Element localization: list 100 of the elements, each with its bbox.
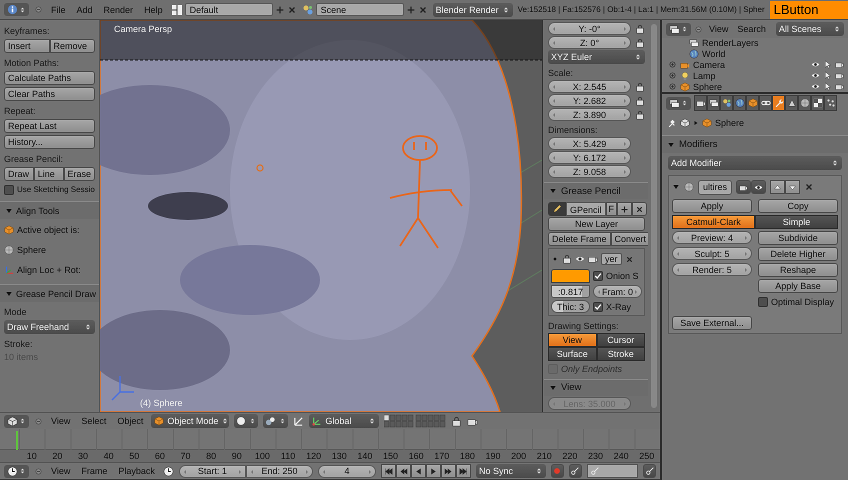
properties-tab[interactable]: [733, 95, 746, 111]
rotation-mode-dropdown[interactable]: XYZ Euler: [548, 50, 645, 64]
eye-icon[interactable]: [811, 60, 820, 70]
number-field[interactable]: Z: 9.058: [548, 165, 631, 178]
apply-button[interactable]: Apply: [672, 199, 752, 213]
tool-button[interactable]: Draw: [4, 167, 34, 181]
tool-button[interactable]: Erase: [64, 167, 96, 181]
subdivision-type-button[interactable]: Catmull-Clark: [672, 215, 755, 229]
menu-item[interactable]: Render: [100, 4, 136, 14]
dot-icon[interactable]: [551, 255, 559, 264]
tool-button[interactable]: Calculate Paths: [4, 71, 95, 85]
render-engine-dropdown[interactable]: Blender Render: [432, 2, 513, 16]
editor-type-button[interactable]: [666, 22, 691, 36]
mode-dropdown[interactable]: Draw Freehand: [4, 320, 95, 334]
next-keyframe-button[interactable]: [441, 464, 456, 478]
close-icon[interactable]: [418, 4, 428, 14]
fake-user-button[interactable]: F: [606, 202, 618, 216]
visibility-toggle[interactable]: [751, 180, 766, 194]
opacity-slider[interactable]: :0.817: [551, 285, 590, 298]
lock-icon[interactable]: [635, 38, 645, 48]
lock-icon[interactable]: [562, 254, 572, 264]
tool-button[interactable]: History...: [4, 135, 95, 149]
menu-item[interactable]: Search: [734, 24, 769, 34]
remove-button[interactable]: [632, 202, 648, 216]
checkbox[interactable]: [758, 296, 768, 306]
start-frame-field[interactable]: Start: 1: [178, 464, 246, 478]
layout-field[interactable]: Default: [184, 3, 273, 16]
info-icon[interactable]: [7, 4, 18, 15]
disclosure-triangle-icon[interactable]: [672, 183, 680, 191]
save-external-button[interactable]: Save External...: [672, 316, 752, 330]
play-button[interactable]: [426, 464, 442, 478]
lock-icon[interactable]: [451, 416, 462, 426]
menu-item[interactable]: View: [48, 416, 74, 426]
previous-keyframe-button[interactable]: [396, 464, 412, 478]
thickness-slider[interactable]: Thic: 3: [551, 300, 590, 314]
level-field[interactable]: Render: 5: [672, 263, 752, 276]
current-frame-field[interactable]: 4: [318, 464, 376, 478]
level-field[interactable]: Preview: 4: [672, 231, 752, 244]
color-swatch[interactable]: [551, 269, 590, 284]
properties-tab[interactable]: [720, 95, 733, 111]
lock-icon[interactable]: [635, 24, 645, 34]
modifier-name-field[interactable]: ultires: [698, 180, 732, 194]
editor-type-button[interactable]: [666, 96, 691, 110]
menu-item[interactable]: Playback: [115, 466, 158, 476]
number-field[interactable]: Z: 3.890: [548, 108, 631, 121]
close-icon[interactable]: [286, 4, 297, 14]
panel-header[interactable]: Grease Pencil Draw: [0, 284, 99, 302]
modifier-action-button[interactable]: Reshape: [758, 263, 838, 277]
expand-icon[interactable]: [668, 82, 677, 92]
number-field[interactable]: Y: 6.172: [548, 151, 631, 164]
shading-dropdown[interactable]: [234, 414, 258, 428]
tool-button[interactable]: Repeat Last: [4, 119, 95, 133]
properties-tab[interactable]: [694, 95, 707, 111]
toggle-button[interactable]: View: [548, 333, 596, 348]
camera-icon[interactable]: [835, 60, 844, 70]
grease-pencil-button[interactable]: Convert: [610, 232, 648, 246]
keying-button[interactable]: [643, 464, 656, 478]
outliner-item[interactable]: Lamp: [693, 70, 716, 81]
properties-tab[interactable]: [707, 95, 720, 111]
menu-item[interactable]: Help: [141, 4, 166, 14]
lock-icon[interactable]: [635, 110, 645, 120]
properties-tab[interactable]: [798, 95, 811, 111]
keying-set-field[interactable]: [586, 464, 638, 478]
move-down-button[interactable]: [785, 180, 800, 194]
collapse-icon[interactable]: [694, 24, 703, 34]
camera-icon[interactable]: [835, 82, 844, 92]
tool-button[interactable]: Clear Paths: [4, 87, 95, 101]
render-toggle[interactable]: [736, 180, 752, 194]
lock-icon[interactable]: [635, 82, 645, 92]
tool-button[interactable]: Insert: [4, 39, 50, 53]
editor-type-button[interactable]: [4, 464, 29, 478]
modifier-action-button[interactable]: Subdivide: [758, 231, 838, 245]
move-up-button[interactable]: [770, 180, 786, 194]
add-icon[interactable]: [406, 4, 416, 14]
outliner-item[interactable]: RenderLayers: [702, 38, 759, 48]
collapse-icon[interactable]: [34, 416, 43, 426]
menu-item[interactable]: View: [706, 24, 732, 34]
number-field[interactable]: Y: -0°: [548, 22, 631, 35]
menu-item[interactable]: Frame: [78, 466, 110, 476]
tool-button[interactable]: Line: [34, 167, 64, 181]
close-icon[interactable]: [624, 254, 634, 264]
properties-tab[interactable]: [785, 95, 798, 111]
menu-item[interactable]: Select: [78, 416, 110, 426]
tool-button[interactable]: Remove: [50, 39, 95, 53]
menu-item[interactable]: Object: [114, 416, 146, 426]
properties-tab[interactable]: [746, 95, 759, 111]
pivot-dropdown[interactable]: [263, 414, 288, 428]
eye-icon[interactable]: [811, 71, 820, 80]
panel-header[interactable]: Align Tools: [0, 201, 99, 219]
keying-button[interactable]: [568, 464, 582, 478]
expand-icon[interactable]: [668, 60, 677, 70]
sync-dropdown[interactable]: No Sync: [476, 464, 546, 478]
menu-item[interactable]: View: [48, 466, 74, 476]
play-reverse-button[interactable]: [411, 464, 426, 478]
layer-name-field[interactable]: yer: [601, 253, 622, 266]
editor-type-button[interactable]: [4, 3, 29, 16]
panel-header[interactable]: Modifiers: [662, 135, 848, 153]
outliner-item[interactable]: Camera: [693, 60, 726, 70]
menu-item[interactable]: File: [48, 4, 69, 14]
collapse-icon[interactable]: [34, 5, 43, 14]
